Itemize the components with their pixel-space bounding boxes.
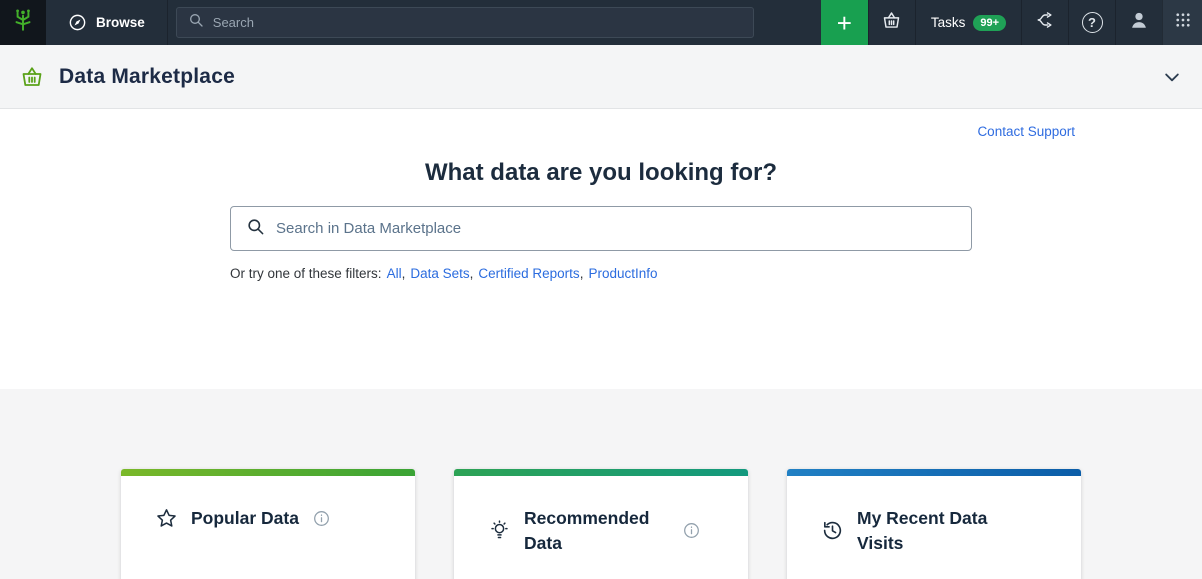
basket-icon [881,10,902,36]
filter-separator: , [470,266,474,281]
marketplace-basket-icon [20,65,44,89]
recent-visits-card[interactable]: My Recent Data Visits [787,469,1081,579]
browse-button[interactable]: Browse [46,0,168,45]
info-icon[interactable] [312,509,331,528]
filters-row: Or try one of these filters:All,Data Set… [230,266,972,281]
app-logo[interactable] [0,0,46,45]
filters-label: Or try one of these filters: [230,266,382,281]
card-title: My Recent Data Visits [857,506,1002,555]
topbar-actions: + Tasks 99+ [821,0,1202,45]
card-accent-bar [454,469,748,476]
browse-label: Browse [96,15,145,30]
basket-button[interactable] [868,0,915,45]
lightbulb-icon [488,519,511,542]
card-accent-bar [121,469,415,476]
tasks-label: Tasks [931,15,966,30]
tasks-count-badge: 99+ [973,15,1006,31]
card-accent-bar [787,469,1081,476]
collapse-header-button[interactable] [1162,67,1182,87]
marketplace-search-input[interactable] [276,220,956,237]
marketplace-search[interactable] [230,206,972,251]
avatar-icon [1128,9,1150,36]
filter-link-certified-reports[interactable]: Certified Reports [478,266,579,281]
filter-separator: , [402,266,406,281]
filter-separator: , [580,266,584,281]
recommended-data-card[interactable]: Recommended Data [454,469,748,579]
page-header: Data Marketplace [0,45,1202,109]
card-title: Popular Data [191,506,299,531]
popular-data-card[interactable]: Popular Data [121,469,415,579]
apps-menu-button[interactable] [1162,0,1202,45]
cards-section: Popular Data Recommended Dat [0,389,1202,579]
apps-grid-icon [1174,11,1192,34]
history-icon [821,519,844,542]
page-title: Data Marketplace [59,65,235,89]
search-heading: What data are you looking for? [0,109,1202,187]
top-navigation-bar: Browse + Tasks 99+ [0,0,1202,45]
search-icon [246,217,265,241]
card-title: Recommended Data [524,506,669,555]
filter-link-all[interactable]: All [387,266,402,281]
compass-icon [68,13,87,32]
create-button[interactable]: + [821,0,868,45]
global-search[interactable] [176,7,754,38]
help-button[interactable]: ? [1068,0,1115,45]
tasks-button[interactable]: Tasks 99+ [915,0,1021,45]
filter-link-data-sets[interactable]: Data Sets [410,266,469,281]
user-avatar[interactable] [1115,0,1162,45]
contact-support-link[interactable]: Contact Support [977,124,1075,139]
cards-row: Popular Data Recommended Dat [121,389,1081,579]
app-logo-icon [10,7,36,38]
star-icon [155,507,178,530]
search-icon [188,12,204,33]
plus-icon: + [837,10,852,36]
workflow-arrows-icon [1035,10,1055,35]
info-icon[interactable] [682,521,701,540]
workflow-button[interactable] [1021,0,1068,45]
help-icon: ? [1082,12,1103,33]
filter-link-productinfo[interactable]: ProductInfo [588,266,657,281]
global-search-input[interactable] [213,15,742,30]
marketplace-main: Contact Support What data are you lookin… [0,109,1202,389]
